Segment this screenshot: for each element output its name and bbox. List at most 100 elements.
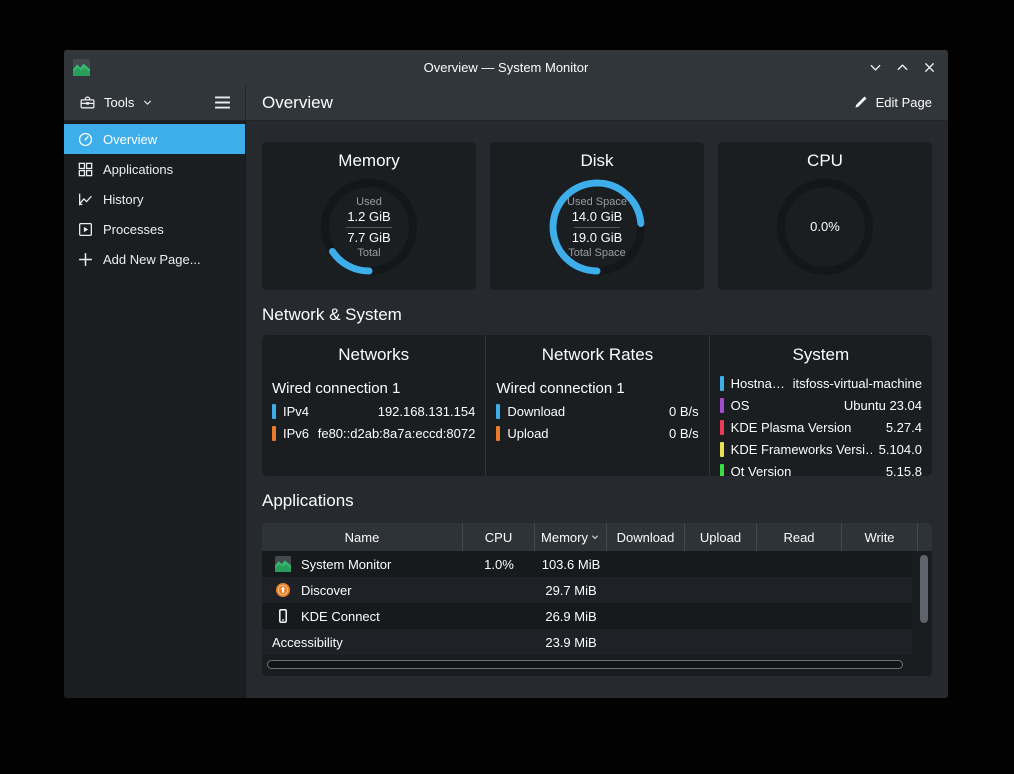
page-title: Overview bbox=[262, 93, 333, 113]
hamburger-menu-button[interactable] bbox=[214, 95, 231, 110]
download-value: 0 B/s bbox=[669, 404, 699, 419]
applications-table-header: Name CPU Memory Download Upload Read Wri… bbox=[262, 523, 932, 551]
sidebar-item-applications[interactable]: Applications bbox=[64, 154, 245, 184]
system-info-rows: Hostna… itsfoss-virtual-machine OS Ubunt… bbox=[720, 372, 922, 476]
ipv4-label: IPv4 bbox=[283, 404, 309, 419]
qt-version-row: Qt Version 5.15.8 bbox=[720, 460, 922, 476]
page-header: Overview Edit Page bbox=[246, 85, 948, 120]
toolbox-icon bbox=[79, 94, 96, 111]
edit-page-button[interactable]: Edit Page bbox=[853, 95, 932, 110]
sensor-color-bar bbox=[272, 404, 276, 419]
os-row: OS Ubuntu 23.04 bbox=[720, 394, 922, 416]
minimize-button[interactable] bbox=[866, 59, 884, 77]
edit-page-label: Edit Page bbox=[876, 95, 932, 110]
system-title: System bbox=[720, 345, 922, 365]
pencil-icon bbox=[853, 95, 868, 110]
fraction-divider bbox=[574, 227, 620, 228]
column-header-name[interactable]: Name bbox=[262, 523, 463, 551]
app-name: Discover bbox=[301, 583, 352, 598]
network-rates-title: Network Rates bbox=[496, 345, 698, 365]
hostname-value: itsfoss-virtual-machine bbox=[793, 376, 922, 391]
disk-total-value: 19.0 GiB bbox=[572, 230, 623, 246]
table-row-discover[interactable]: Discover 29.7 MiB bbox=[262, 577, 912, 603]
network-system-section-title: Network & System bbox=[262, 305, 932, 325]
vertical-scrollbar[interactable] bbox=[920, 555, 928, 623]
sidebar-item-label: Add New Page... bbox=[103, 252, 201, 267]
sensor-color-bar bbox=[720, 442, 724, 457]
hostname-row: Hostna… itsfoss-virtual-machine bbox=[720, 372, 922, 394]
app-name: KDE Connect bbox=[301, 609, 380, 624]
sidebar-item-overview[interactable]: Overview bbox=[64, 124, 245, 154]
column-header-read[interactable]: Read bbox=[757, 523, 842, 551]
memory-card-title: Memory bbox=[262, 151, 476, 171]
header-row: Tools Overview Edit Page bbox=[64, 85, 948, 121]
qt-version-value: 5.15.8 bbox=[886, 464, 922, 477]
networks-connection-name: Wired connection 1 bbox=[272, 380, 475, 397]
sidebar-item-label: Applications bbox=[103, 162, 173, 177]
disk-gauge: Used Space 14.0 GiB 19.0 GiB Total Space bbox=[545, 175, 649, 279]
sort-descending-icon bbox=[590, 532, 600, 542]
memory-used-value: 1.2 GiB bbox=[347, 209, 390, 225]
app-memory: 23.9 MiB bbox=[535, 635, 607, 650]
disk-used-value: 14.0 GiB bbox=[572, 209, 623, 225]
disk-card-title: Disk bbox=[490, 151, 704, 171]
frameworks-version-value: 5.104.0 bbox=[879, 442, 922, 457]
upload-value: 0 B/s bbox=[669, 426, 699, 441]
plasma-version-label: KDE Plasma Version bbox=[731, 420, 852, 435]
cpu-card-title: CPU bbox=[718, 151, 932, 171]
qt-version-label: Qt Version bbox=[731, 464, 792, 477]
upload-row: Upload 0 B/s bbox=[496, 422, 698, 444]
play-box-icon bbox=[77, 221, 94, 238]
table-row-kde-connect[interactable]: KDE Connect 26.9 MiB bbox=[262, 603, 912, 629]
os-value: Ubuntu 23.04 bbox=[844, 398, 922, 413]
sensor-color-bar bbox=[720, 376, 724, 391]
close-button[interactable] bbox=[920, 59, 938, 77]
app-memory: 26.9 MiB bbox=[535, 609, 607, 624]
applications-table-body: System Monitor 1.0% 103.6 MiB bbox=[262, 551, 932, 655]
sidebar-item-processes[interactable]: Processes bbox=[64, 214, 245, 244]
table-row-system-monitor[interactable]: System Monitor 1.0% 103.6 MiB bbox=[262, 551, 912, 577]
disk-total-label: Total Space bbox=[568, 246, 625, 260]
cpu-gauge: 0.0% bbox=[773, 175, 877, 279]
titlebar[interactable]: Overview — System Monitor bbox=[64, 50, 948, 85]
download-row: Download 0 B/s bbox=[496, 400, 698, 422]
system-column: System Hostna… itsfoss-virtual-machine O… bbox=[709, 335, 932, 476]
sensor-color-bar bbox=[720, 398, 724, 413]
chart-line-icon bbox=[77, 191, 94, 208]
network-system-card: Networks Wired connection 1 IPv4 192.168… bbox=[262, 335, 932, 476]
maximize-button[interactable] bbox=[893, 59, 911, 77]
disk-card: Disk Used Space 14.0 GiB 19.0 GiB bbox=[490, 142, 704, 290]
app-name: System Monitor bbox=[301, 557, 391, 572]
os-label: OS bbox=[731, 398, 750, 413]
sensor-color-bar bbox=[272, 426, 276, 441]
app-memory: 103.6 MiB bbox=[535, 557, 607, 572]
sidebar-item-label: Processes bbox=[103, 222, 164, 237]
tools-label: Tools bbox=[104, 95, 134, 110]
system-monitor-window: Overview — System Monitor bbox=[64, 50, 948, 698]
chevron-down-icon bbox=[142, 97, 153, 108]
sidebar: Overview Applications History bbox=[64, 121, 246, 698]
column-header-download[interactable]: Download bbox=[607, 523, 685, 551]
ipv6-value: fe80::d2ab:8a7a:eccd:8072 bbox=[318, 426, 476, 441]
sidebar-item-history[interactable]: History bbox=[64, 184, 245, 214]
horizontal-scrollbar[interactable] bbox=[267, 660, 903, 669]
table-row-accessibility[interactable]: Accessibility 23.9 MiB bbox=[262, 629, 912, 655]
column-header-cpu[interactable]: CPU bbox=[463, 523, 535, 551]
discover-icon bbox=[275, 582, 291, 598]
frameworks-version-label: KDE Frameworks Versi… bbox=[731, 442, 872, 457]
rates-connection-name: Wired connection 1 bbox=[496, 380, 698, 397]
gauge-cards: Memory Used 1.2 GiB 7.7 GiB bbox=[262, 142, 932, 290]
column-header-write[interactable]: Write bbox=[842, 523, 918, 551]
grid-icon bbox=[77, 161, 94, 178]
column-header-memory[interactable]: Memory bbox=[535, 523, 607, 551]
app-cpu: 1.0% bbox=[463, 557, 535, 572]
tools-menu-button[interactable]: Tools bbox=[79, 94, 153, 111]
ipv4-row: IPv4 192.168.131.154 bbox=[272, 400, 475, 422]
column-header-upload[interactable]: Upload bbox=[685, 523, 757, 551]
sidebar-item-add-new-page[interactable]: Add New Page... bbox=[64, 244, 245, 274]
frameworks-version-row: KDE Frameworks Versi… 5.104.0 bbox=[720, 438, 922, 460]
sidebar-item-label: Overview bbox=[103, 132, 157, 147]
memory-total-value: 7.7 GiB bbox=[347, 230, 390, 246]
plasma-version-row: KDE Plasma Version 5.27.4 bbox=[720, 416, 922, 438]
column-header-gutter bbox=[918, 523, 932, 551]
